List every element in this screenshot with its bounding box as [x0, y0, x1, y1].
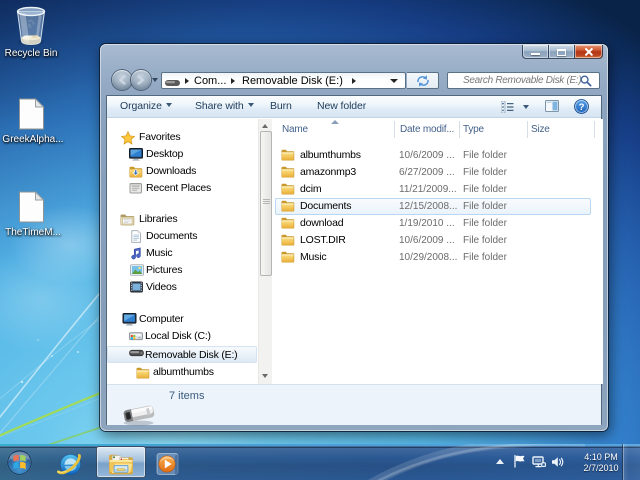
svg-text:?: ? [579, 102, 585, 113]
